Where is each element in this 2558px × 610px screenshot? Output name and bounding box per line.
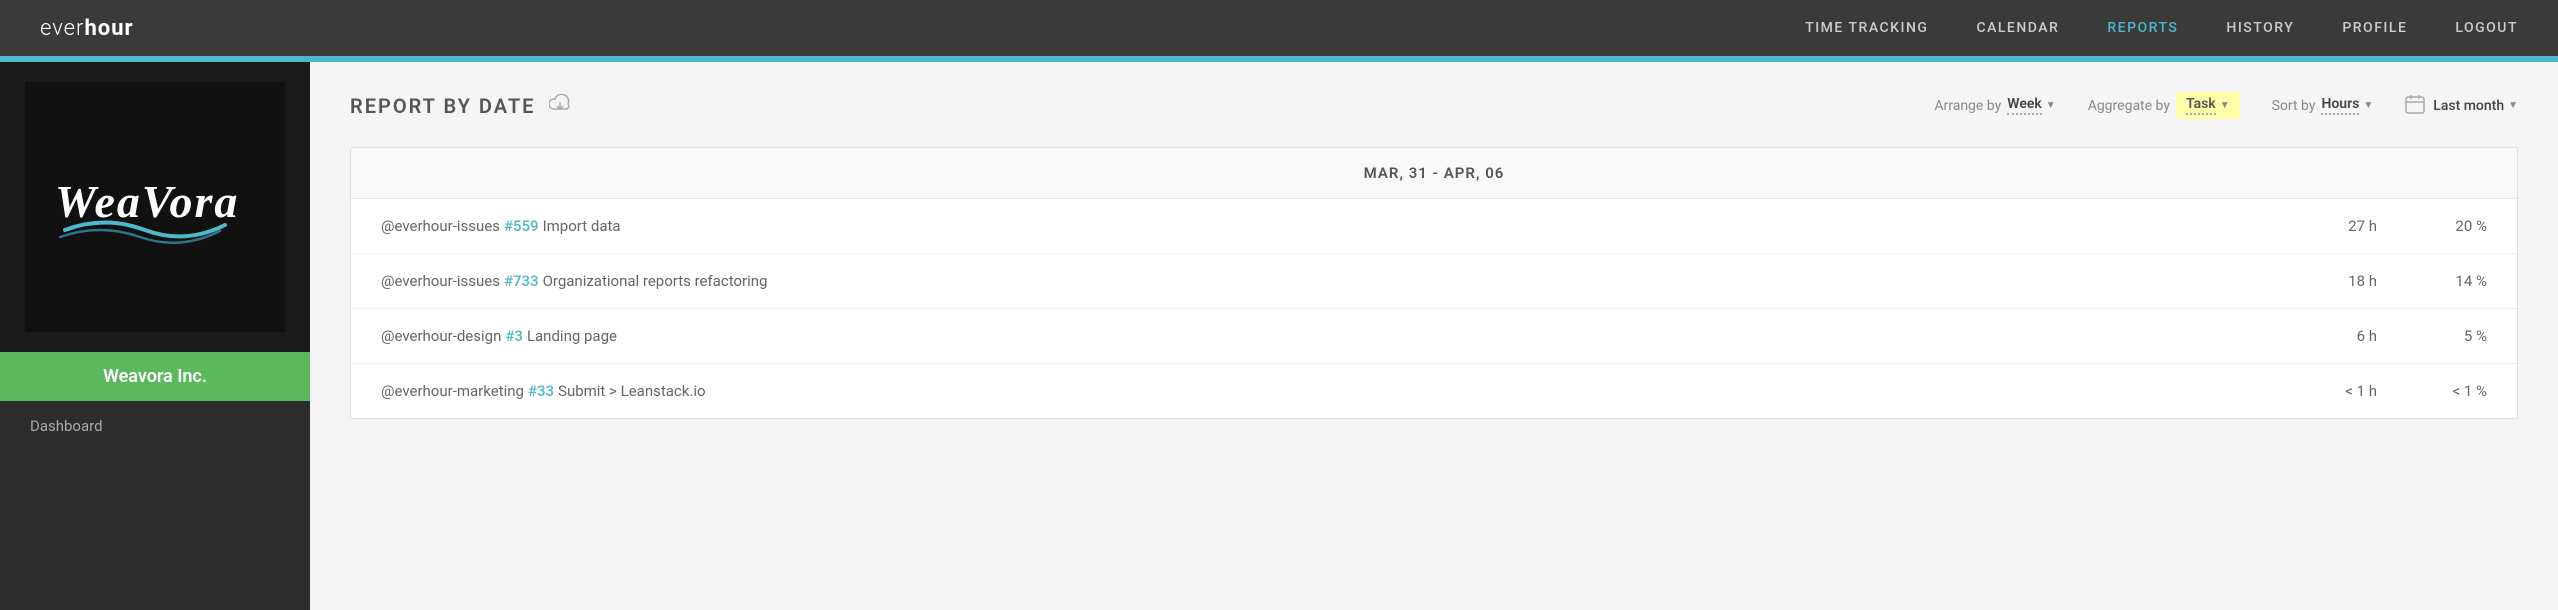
row-project: @everhour-issues — [381, 217, 500, 235]
aggregate-by-arrow-icon: ▼ — [2220, 100, 2230, 111]
sort-by-arrow-icon: ▼ — [2363, 100, 2373, 111]
row-right: < 1 h < 1 % — [2327, 382, 2487, 400]
aggregate-by-group: Aggregate by Task ▼ — [2088, 92, 2240, 119]
row-left: @everhour-marketing #33 Submit > Leansta… — [381, 382, 706, 400]
row-percent: 5 % — [2437, 327, 2487, 345]
table-row: @everhour-issues #559 Import data 27 h 2… — [351, 199, 2517, 254]
row-left: @everhour-issues #559 Import data — [381, 217, 621, 235]
row-task-name: Landing page — [527, 327, 617, 345]
row-project: @everhour-issues — [381, 272, 500, 290]
row-project: @everhour-marketing — [381, 382, 524, 400]
calendar-icon[interactable] — [2405, 94, 2425, 118]
row-percent: 14 % — [2437, 272, 2487, 290]
top-navigation: everhour TIME TRACKING CALENDAR REPORTS … — [0, 0, 2558, 56]
logo-text-light: ever — [40, 16, 84, 41]
sidebar-item-label: Dashboard — [30, 417, 103, 435]
date-range-dropdown[interactable]: Last month ▼ — [2433, 98, 2518, 114]
row-left: @everhour-issues #733 Organizational rep… — [381, 272, 767, 290]
nav-item-profile[interactable]: PROFILE — [2342, 20, 2407, 36]
report-title-area: REPORT BY DATE — [350, 94, 571, 118]
svg-text:WeaVora: WeaVora — [55, 176, 239, 227]
company-name-bar: Weavora Inc. — [0, 352, 310, 401]
app-logo: everhour — [40, 16, 134, 41]
date-range-arrow-icon: ▼ — [2508, 100, 2518, 111]
report-header: REPORT BY DATE Arrange by Week ▼ — [350, 92, 2518, 119]
row-task-link[interactable]: #3 — [505, 327, 523, 345]
row-percent: < 1 % — [2437, 382, 2487, 400]
aggregate-by-value: Task — [2186, 96, 2216, 115]
nav-item-calendar[interactable]: CALENDAR — [1976, 20, 2059, 36]
company-logo-box: WeaVora — [25, 82, 285, 332]
row-task-link[interactable]: #33 — [528, 382, 554, 400]
arrange-by-value: Week — [2007, 96, 2042, 115]
date-range-control: Last month ▼ — [2405, 94, 2518, 118]
arrange-by-dropdown[interactable]: Week ▼ — [2007, 96, 2055, 115]
sort-by-value: Hours — [2321, 96, 2359, 115]
row-left: @everhour-design #3 Landing page — [381, 327, 617, 345]
arrange-by-group: Arrange by Week ▼ — [1934, 96, 2055, 115]
content-area: REPORT BY DATE Arrange by Week ▼ — [310, 62, 2558, 610]
main-layout: WeaVora Weavora Inc. Dashboard REPORT BY… — [0, 62, 2558, 610]
arrange-by-arrow-icon: ▼ — [2046, 100, 2056, 111]
row-right: 6 h 5 % — [2327, 327, 2487, 345]
report-controls: Arrange by Week ▼ Aggregate by Task ▼ — [1934, 92, 2518, 119]
row-right: 27 h 20 % — [2327, 217, 2487, 235]
sidebar-logo-area: WeaVora — [0, 62, 310, 352]
table-row: @everhour-issues #733 Organizational rep… — [351, 254, 2517, 309]
arrange-by-label: Arrange by — [1934, 98, 2001, 114]
sidebar-item-dashboard[interactable]: Dashboard — [0, 401, 310, 451]
weavora-logo: WeaVora — [45, 165, 265, 249]
nav-item-reports[interactable]: REPORTS — [2107, 20, 2178, 36]
report-title: REPORT BY DATE — [350, 94, 535, 118]
row-task-link[interactable]: #733 — [504, 272, 539, 290]
nav-item-time-tracking[interactable]: TIME TRACKING — [1805, 20, 1928, 36]
sort-by-group: Sort by Hours ▼ — [2272, 96, 2374, 115]
report-table: MAR, 31 - APR, 06 @everhour-issues #559 … — [350, 147, 2518, 419]
sort-by-dropdown[interactable]: Hours ▼ — [2321, 96, 2373, 115]
row-hours: 6 h — [2327, 327, 2377, 345]
aggregate-by-label: Aggregate by — [2088, 98, 2170, 114]
weavora-svg: WeaVora — [45, 165, 265, 245]
nav-item-history[interactable]: HISTORY — [2226, 20, 2294, 36]
company-name: Weavora Inc. — [103, 366, 207, 387]
table-row: @everhour-marketing #33 Submit > Leansta… — [351, 364, 2517, 418]
nav-item-logout[interactable]: LOGOUT — [2455, 20, 2518, 36]
row-percent: 20 % — [2437, 217, 2487, 235]
nav-links: TIME TRACKING CALENDAR REPORTS HISTORY P… — [1805, 20, 2518, 36]
week-header: MAR, 31 - APR, 06 — [351, 148, 2517, 199]
cloud-save-icon[interactable] — [549, 94, 571, 117]
row-hours: 18 h — [2327, 272, 2377, 290]
row-hours: < 1 h — [2327, 382, 2377, 400]
aggregate-by-dropdown[interactable]: Task ▼ — [2186, 96, 2230, 115]
sort-by-label: Sort by — [2272, 98, 2316, 114]
row-hours: 27 h — [2327, 217, 2377, 235]
row-task-name: Import data — [543, 217, 621, 235]
row-task-name: Organizational reports refactoring — [543, 272, 768, 290]
table-row: @everhour-design #3 Landing page 6 h 5 % — [351, 309, 2517, 364]
date-range-value: Last month — [2433, 98, 2504, 114]
sidebar: WeaVora Weavora Inc. Dashboard — [0, 62, 310, 610]
row-right: 18 h 14 % — [2327, 272, 2487, 290]
row-project: @everhour-design — [381, 327, 501, 345]
row-task-name: Submit > Leanstack.io — [558, 382, 706, 400]
row-task-link[interactable]: #559 — [504, 217, 539, 235]
aggregate-by-highlight: Task ▼ — [2176, 92, 2240, 119]
logo-text-bold: hour — [84, 16, 133, 41]
